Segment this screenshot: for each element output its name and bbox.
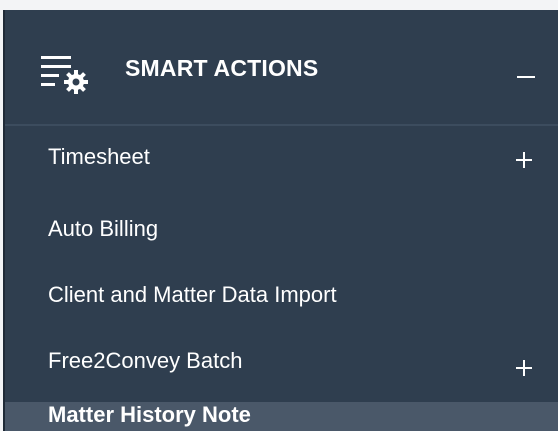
menu-item-label: Free2Convey Batch xyxy=(48,348,243,373)
menu-item-label: Auto Billing xyxy=(48,216,159,241)
smart-actions-title: SMART ACTIONS xyxy=(125,55,319,81)
menu-item-matter-history-note[interactable]: Matter History Note xyxy=(5,402,558,431)
smart-actions-header[interactable]: SMART ACTIONS xyxy=(5,10,558,126)
menu-item-auto-billing[interactable]: Auto Billing xyxy=(5,202,558,262)
menu-item-label: Matter History Note xyxy=(48,402,251,427)
minus-icon[interactable] xyxy=(510,54,544,88)
page: SMART ACTIONS Timesheet Auto Billing Cli… xyxy=(0,0,558,431)
menu-item-free2convey-batch[interactable]: Free2Convey Batch xyxy=(5,335,558,395)
smart-actions-menu: SMART ACTIONS Timesheet Auto Billing Cli… xyxy=(3,10,558,431)
plus-icon[interactable] xyxy=(510,145,540,175)
menu-item-client-matter-import[interactable]: Client and Matter Data Import xyxy=(5,268,558,328)
menu-item-label: Client and Matter Data Import xyxy=(48,282,337,307)
menu-item-label: Timesheet xyxy=(48,144,150,169)
menu-item-timesheet[interactable]: Timesheet xyxy=(5,130,558,190)
plus-icon[interactable] xyxy=(510,353,540,383)
settings-list-icon xyxy=(41,56,88,94)
